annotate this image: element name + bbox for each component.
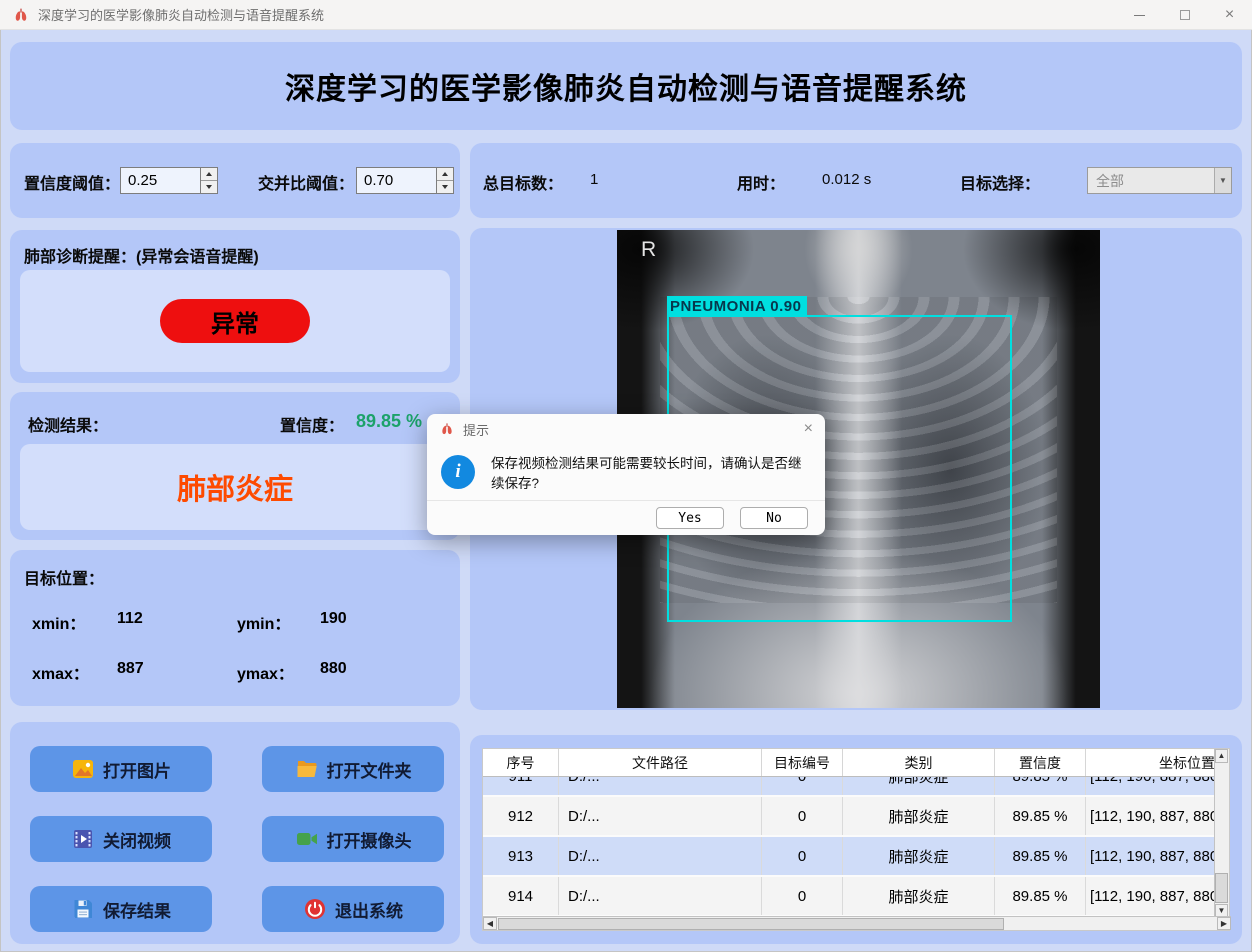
lungs-icon (439, 421, 455, 437)
result-label: 检测结果： (28, 412, 108, 436)
dialog-body: i 保存视频检测结果可能需要较长时间，请确认是否继续保存? (427, 444, 825, 500)
folder-icon (295, 757, 319, 781)
target-select-dropdown[interactable]: 全部 ▼ (1087, 167, 1232, 194)
iou-threshold-value: 0.70 (357, 172, 436, 189)
horizontal-scrollbar[interactable]: ◀ ▶ (483, 916, 1231, 930)
maximize-button[interactable] (1162, 0, 1207, 30)
actions-panel: 打开图片 打开文件夹 关闭视频 打开摄像头 保存结果 退出系统 (10, 722, 460, 944)
spinner-arrows[interactable] (200, 168, 217, 193)
dialog-buttons: Yes No (427, 500, 825, 535)
vertical-scrollbar[interactable]: ▲ ▼ (1214, 749, 1229, 918)
dialog-close-icon[interactable]: × (804, 421, 813, 437)
close-video-button[interactable]: 关闭视频 (30, 816, 212, 862)
position-panel: 目标位置： xmin： 112 ymin： 190 xmax： 887 ymax… (10, 550, 460, 706)
vertical-scroll-thumb[interactable] (1215, 873, 1228, 903)
yes-button[interactable]: Yes (656, 507, 724, 529)
elapsed-time-label: 用时： (737, 170, 785, 194)
confidence-threshold-value: 0.25 (121, 172, 200, 189)
thresholds-panel: 置信度阈值： 0.25 交并比阈值： 0.70 (10, 143, 460, 218)
table-row[interactable]: 913 D:/... 0 肺部炎症 89.85 % [112, 190, 887… (483, 837, 1216, 877)
header-coordinates[interactable]: 坐标位置 (1086, 749, 1216, 776)
ymin-value: 190 (320, 610, 347, 628)
lungs-icon (12, 6, 30, 24)
camera-icon (295, 827, 319, 851)
xmax-value: 887 (117, 660, 144, 678)
horizontal-scroll-thumb[interactable] (498, 918, 1004, 930)
result-class-name: 肺部炎症 (177, 466, 293, 508)
maximize-icon (1180, 10, 1190, 20)
results-table: 序号 文件路径 目标编号 类别 置信度 坐标位置 911 D:/... 0 肺部… (482, 748, 1230, 931)
open-camera-button[interactable]: 打开摄像头 (262, 816, 444, 862)
result-panel: 检测结果： 置信度： 89.85 % 肺部炎症 (10, 392, 460, 540)
power-icon (303, 897, 327, 921)
ymax-value: 880 (320, 660, 347, 678)
target-select-value: 全部 (1088, 171, 1214, 191)
xmin-label: xmin： (32, 610, 85, 634)
window-titlebar: 深度学习的医学影像肺炎自动检测与语音提醒系统 × (0, 0, 1252, 30)
scroll-left-arrow[interactable]: ◀ (483, 917, 497, 930)
result-class-box: 肺部炎症 (20, 444, 450, 530)
scroll-right-arrow[interactable]: ▶ (1217, 917, 1231, 930)
header-confidence[interactable]: 置信度 (995, 749, 1086, 776)
confidence-threshold-spinbox[interactable]: 0.25 (120, 167, 218, 194)
header-file-path[interactable]: 文件路径 (559, 749, 762, 776)
info-icon: i (441, 455, 475, 489)
open-image-button[interactable]: 打开图片 (30, 746, 212, 792)
total-targets-value: 1 (590, 171, 598, 188)
xmin-value: 112 (117, 610, 143, 628)
target-select-label: 目标选择： (960, 170, 1040, 194)
table-row[interactable]: 911 D:/... 0 肺部炎症 89.85 % [112, 190, 887… (483, 777, 1216, 797)
dialog-titlebar: 提示 × (427, 414, 825, 444)
diagnosis-status-box: 异常 (20, 270, 450, 372)
stats-panel: 总目标数： 1 用时： 0.012 s 目标选择： 全部 ▼ (470, 143, 1242, 218)
window-title: 深度学习的医学影像肺炎自动检测与语音提醒系统 (38, 5, 324, 24)
page-title: 深度学习的医学影像肺炎自动检测与语音提醒系统 (285, 64, 967, 108)
exit-system-button[interactable]: 退出系统 (262, 886, 444, 932)
chevron-down-icon: ▼ (1214, 168, 1231, 193)
table-row[interactable]: 912 D:/... 0 肺部炎症 89.85 % [112, 190, 887… (483, 797, 1216, 837)
close-icon: × (1225, 7, 1234, 23)
app-window: 深度学习的医学影像肺炎自动检测与语音提醒系统 × 深度学习的医学影像肺炎自动检测… (0, 0, 1252, 952)
no-button[interactable]: No (740, 507, 808, 529)
image-icon (71, 757, 95, 781)
iou-threshold-label: 交并比阈值： (258, 170, 354, 194)
ymax-label: ymax： (237, 660, 294, 684)
save-floppy-icon (71, 897, 95, 921)
table-header-row: 序号 文件路径 目标编号 类别 置信度 坐标位置 (483, 749, 1216, 777)
position-label: 目标位置： (24, 565, 104, 589)
save-results-button[interactable]: 保存结果 (30, 886, 212, 932)
orientation-marker: R (641, 238, 656, 262)
header-target-id[interactable]: 目标编号 (762, 749, 843, 776)
table-body: 911 D:/... 0 肺部炎症 89.85 % [112, 190, 887… (483, 777, 1216, 918)
header-class[interactable]: 类别 (843, 749, 995, 776)
confidence-threshold-label: 置信度阈值： (24, 170, 120, 194)
close-button[interactable]: × (1207, 0, 1252, 30)
total-targets-label: 总目标数： (483, 170, 563, 194)
open-folder-button[interactable]: 打开文件夹 (262, 746, 444, 792)
dialog-message: 保存视频检测结果可能需要较长时间，请确认是否继续保存? (491, 452, 811, 492)
header-seq[interactable]: 序号 (483, 749, 559, 776)
elapsed-time-value: 0.012 s (822, 171, 871, 188)
diagnosis-label: 肺部诊断提醒：(异常会语音提醒) (24, 243, 259, 267)
abnormal-status-badge: 异常 (160, 299, 310, 343)
minimize-icon (1134, 15, 1145, 16)
video-film-icon (71, 827, 95, 851)
spinner-arrows[interactable] (436, 168, 453, 193)
minimize-button[interactable] (1117, 0, 1162, 30)
xmax-label: xmax： (32, 660, 89, 684)
results-table-panel: 序号 文件路径 目标编号 类别 置信度 坐标位置 911 D:/... 0 肺部… (470, 735, 1242, 944)
detection-label: PNEUMONIA 0.90 (667, 296, 807, 317)
dialog-title: 提示 (463, 420, 804, 439)
scroll-up-arrow[interactable]: ▲ (1215, 749, 1228, 763)
table-row[interactable]: 914 D:/... 0 肺部炎症 89.85 % [112, 190, 887… (483, 877, 1216, 917)
result-confidence-value: 89.85 % (356, 411, 422, 432)
title-banner: 深度学习的医学影像肺炎自动检测与语音提醒系统 (10, 42, 1242, 130)
ymin-label: ymin： (237, 610, 290, 634)
confirm-dialog: 提示 × i 保存视频检测结果可能需要较长时间，请确认是否继续保存? Yes N… (427, 414, 825, 535)
result-confidence-label: 置信度： (280, 412, 344, 436)
iou-threshold-spinbox[interactable]: 0.70 (356, 167, 454, 194)
diagnosis-panel: 肺部诊断提醒：(异常会语音提醒) 异常 (10, 230, 460, 383)
